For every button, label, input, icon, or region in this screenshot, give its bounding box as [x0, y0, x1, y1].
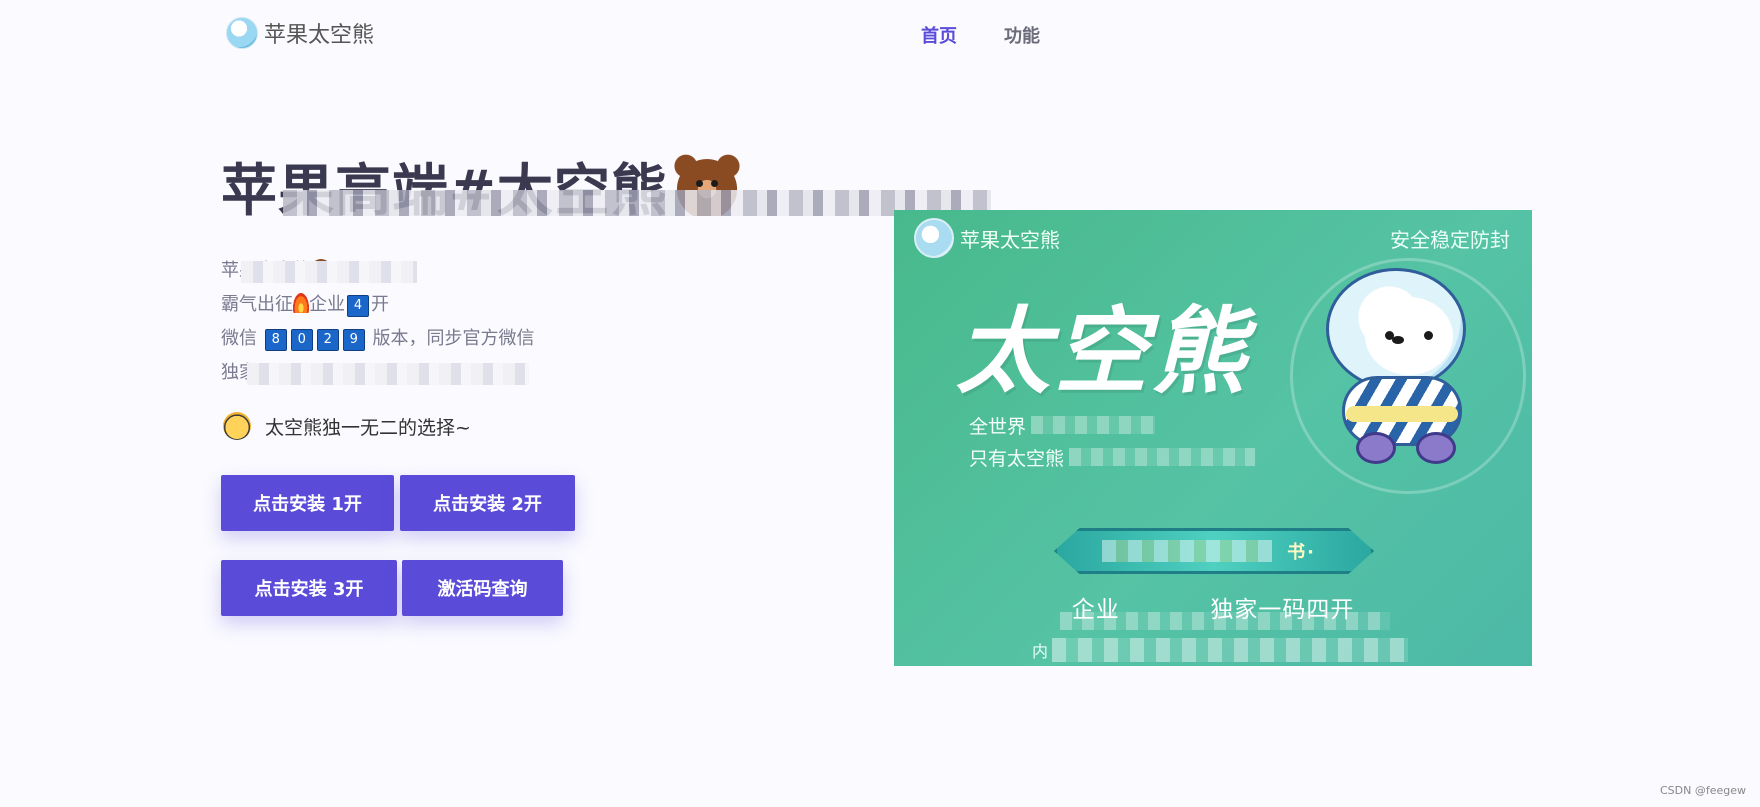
intro-line-1: 苹果太空熊	[221, 254, 534, 288]
redacted-overlay	[1069, 448, 1255, 466]
astronaut-bear-icon	[1316, 268, 1486, 468]
keycap-9-icon: 9	[342, 329, 365, 351]
install-3-button[interactable]: 点击安装 3开	[221, 560, 397, 616]
hero-title: 苹果高端#太空熊	[221, 146, 991, 227]
bear-avatar-icon	[226, 17, 258, 49]
promo-slogan: 企业 独家一码四开	[894, 590, 1532, 630]
promo-subtitle-2-text: 只有太空熊	[969, 448, 1065, 470]
promo-subtitle-1: 全世界	[969, 412, 1155, 439]
install-2-button[interactable]: 点击安装 2开	[400, 475, 575, 531]
page: 苹果太空熊 首页 功能 苹果高端#太空熊 苹果太空熊 霸气出征企业4开 微信 8…	[0, 0, 1760, 807]
intro-line-3: 微信 8029 版本，同步官方微信	[221, 322, 534, 356]
intro-line-4: 独家	[221, 356, 534, 390]
keycap-0-icon: 0	[290, 329, 313, 351]
bear-avatar-icon	[914, 218, 954, 258]
promo-brand-text: 苹果太空熊	[960, 227, 1060, 252]
banner-text: 书·	[1287, 542, 1316, 563]
activation-query-button[interactable]: 激活码查询	[402, 560, 563, 616]
promo-subtitle-2: 只有太空熊	[969, 444, 1255, 471]
promo-subtitle-1-text: 全世界	[969, 416, 1027, 438]
promo-badge: 安全稳定防封	[1390, 228, 1510, 252]
tagline: 太空熊独一无二的选择~	[223, 412, 471, 440]
intro-line-3-text-b: 版本，同步官方微信	[372, 328, 535, 349]
certificate-banner: 书·	[1054, 528, 1374, 574]
fire-icon	[293, 293, 309, 313]
promo-banner-image: 苹果太空熊 安全稳定防封 太空熊 全世界 只有太空熊 书· 企业 独家一码四开 …	[894, 210, 1532, 666]
logo-text: 苹果太空熊	[264, 23, 375, 48]
redacted-overlay	[1102, 540, 1272, 562]
promo-footnote-text: 内	[1032, 642, 1049, 661]
redacted-overlay	[1052, 638, 1408, 662]
intro-line-2-text-c: 开	[371, 294, 389, 315]
keycap-4-icon: 4	[347, 295, 369, 317]
site-logo[interactable]: 苹果太空熊	[226, 17, 374, 49]
install-1-button[interactable]: 点击安装 1开	[221, 475, 394, 531]
intro-line-3-text: 微信	[221, 328, 257, 349]
intro-line-2-text-b: 企业	[309, 294, 345, 315]
redacted-overlay	[1060, 612, 1390, 630]
promo-footnote: 内	[1032, 638, 1408, 662]
redacted-overlay	[1031, 416, 1155, 434]
redacted-overlay	[247, 363, 529, 385]
smiling-bear-icon	[223, 412, 251, 440]
intro-line-2: 霸气出征 企业 4 开	[221, 288, 534, 322]
watermark: CSDN @feegew	[1659, 784, 1746, 797]
redacted-overlay	[241, 261, 417, 283]
nav-item-features[interactable]: 功能	[1004, 22, 1040, 48]
keycap-2-icon: 2	[316, 329, 339, 351]
redacted-overlay	[283, 190, 991, 216]
promo-brand: 苹果太空熊	[914, 218, 1060, 258]
intro-text: 苹果太空熊 霸气出征企业4开 微信 8029 版本，同步官方微信 独家	[221, 254, 534, 390]
nav-item-home[interactable]: 首页	[921, 22, 957, 48]
tagline-text: 太空熊独一无二的选择~	[265, 416, 471, 439]
intro-line-2-text: 霸气出征	[221, 294, 293, 315]
promo-title: 太空熊	[956, 297, 1251, 407]
keycap-8-icon: 8	[264, 329, 287, 351]
